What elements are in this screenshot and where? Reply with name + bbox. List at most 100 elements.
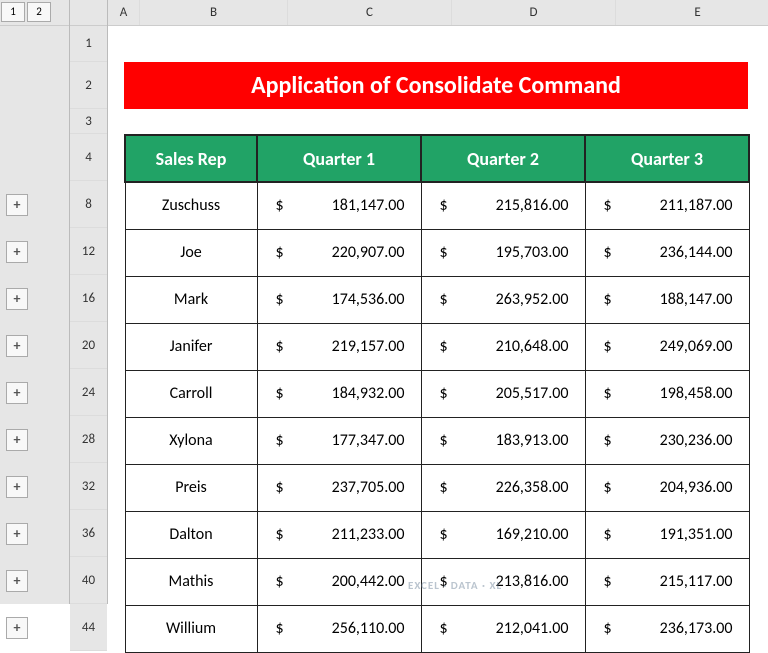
cell-q3[interactable]: $198,458.00 [585, 370, 749, 417]
col-header-a[interactable]: A [108, 0, 140, 25]
cell-sales-rep[interactable]: Joe [125, 229, 257, 276]
cell-sales-rep[interactable]: Carroll [125, 370, 257, 417]
table-row: Mark$174,536.00$263,952.00$188,147.00 [125, 276, 749, 323]
cell-sales-rep[interactable]: Willium [125, 605, 257, 652]
cell-sales-rep[interactable]: Xylona [125, 417, 257, 464]
header-quarter-1[interactable]: Quarter 1 [257, 135, 421, 182]
cell-q2[interactable]: $169,210.00 [421, 511, 585, 558]
row-header-24[interactable]: 24 [70, 369, 107, 416]
row-header-44[interactable]: 44 [70, 604, 107, 651]
cell-sales-rep[interactable]: Mark [125, 276, 257, 323]
dollar-sign-icon: $ [434, 290, 448, 309]
cell-q1[interactable]: $220,907.00 [257, 229, 421, 276]
expand-row-button[interactable]: + [6, 382, 28, 404]
row-header-20[interactable]: 20 [70, 322, 107, 369]
amount-value: 183,913.00 [496, 431, 573, 450]
cell-q2[interactable]: $226,358.00 [421, 464, 585, 511]
amount-value: 184,932.00 [332, 384, 409, 403]
outline-gutter: 1 2 ++++++++++ [0, 0, 70, 604]
cell-sales-rep[interactable]: Janifer [125, 323, 257, 370]
row-header-36[interactable]: 36 [70, 510, 107, 557]
outline-level-1[interactable]: 1 [1, 2, 25, 22]
amount-value: 236,144.00 [660, 243, 737, 262]
header-quarter-3[interactable]: Quarter 3 [585, 135, 749, 182]
expand-row-button[interactable]: + [6, 288, 28, 310]
cell-q2[interactable]: $205,517.00 [421, 370, 585, 417]
amount-value: 177,347.00 [332, 431, 409, 450]
cell-q1[interactable]: $184,932.00 [257, 370, 421, 417]
cell-q3[interactable]: $191,351.00 [585, 511, 749, 558]
cell-q3[interactable]: $215,117.00 [585, 558, 749, 605]
cell-q3[interactable]: $230,236.00 [585, 417, 749, 464]
cell-sales-rep[interactable]: Zuschuss [125, 182, 257, 229]
amount-value: 211,233.00 [332, 525, 409, 544]
expand-row-button[interactable]: + [6, 617, 28, 639]
row-header-1[interactable]: 1 [70, 26, 107, 62]
dollar-sign-icon: $ [270, 572, 284, 591]
cell-q1[interactable]: $219,157.00 [257, 323, 421, 370]
col-header-e[interactable]: E [616, 0, 768, 25]
cell-sales-rep[interactable]: Dalton [125, 511, 257, 558]
row-header-32[interactable]: 32 [70, 463, 107, 510]
col-header-b[interactable]: B [140, 0, 288, 25]
amount-value: 188,147.00 [660, 290, 737, 309]
cell-q2[interactable]: $210,648.00 [421, 323, 585, 370]
header-quarter-2[interactable]: Quarter 2 [421, 135, 585, 182]
row-header-40[interactable]: 40 [70, 557, 107, 604]
expand-row-button[interactable]: + [6, 335, 28, 357]
col-header-c[interactable]: C [288, 0, 452, 25]
expand-row-button[interactable]: + [6, 194, 28, 216]
amount-value: 198,458.00 [660, 384, 737, 403]
cell-q3[interactable]: $236,173.00 [585, 605, 749, 652]
row-header-4[interactable]: 4 [70, 134, 107, 181]
expand-row-button[interactable]: + [6, 570, 28, 592]
row-header-8[interactable]: 8 [70, 181, 107, 228]
dollar-sign-icon: $ [270, 384, 284, 403]
row-header-2[interactable]: 2 [70, 62, 107, 109]
cell-q1[interactable]: $256,110.00 [257, 605, 421, 652]
cell-q3[interactable]: $188,147.00 [585, 276, 749, 323]
cell-q1[interactable]: $200,442.00 [257, 558, 421, 605]
cell-q2[interactable]: $183,913.00 [421, 417, 585, 464]
cell-q3[interactable]: $236,144.00 [585, 229, 749, 276]
cell-q3[interactable]: $204,936.00 [585, 464, 749, 511]
cell-q2[interactable]: $215,816.00 [421, 182, 585, 229]
cell-q1[interactable]: $211,233.00 [257, 511, 421, 558]
corner-cell[interactable] [70, 0, 107, 26]
dollar-sign-icon: $ [270, 243, 284, 262]
cell-q1[interactable]: $181,147.00 [257, 182, 421, 229]
amount-value: 230,236.00 [660, 431, 737, 450]
cell-q1[interactable]: $177,347.00 [257, 417, 421, 464]
header-sales-rep[interactable]: Sales Rep [125, 135, 257, 182]
dollar-sign-icon: $ [270, 478, 284, 497]
cell-q2[interactable]: $195,703.00 [421, 229, 585, 276]
dollar-sign-icon: $ [270, 290, 284, 309]
amount-value: 213,816.00 [496, 572, 573, 591]
col-header-d[interactable]: D [452, 0, 616, 25]
row-header-12[interactable]: 12 [70, 228, 107, 275]
row-header-28[interactable]: 28 [70, 416, 107, 463]
outline-level-2[interactable]: 2 [27, 2, 51, 22]
expand-row-button[interactable]: + [6, 241, 28, 263]
cell-sales-rep[interactable]: Mathis [125, 558, 257, 605]
cell-q1[interactable]: $174,536.00 [257, 276, 421, 323]
expand-row-button[interactable]: + [6, 523, 28, 545]
cell-q3[interactable]: $249,069.00 [585, 323, 749, 370]
dollar-sign-icon: $ [598, 196, 612, 215]
amount-value: 215,117.00 [660, 572, 737, 591]
dollar-sign-icon: $ [434, 619, 448, 638]
dollar-sign-icon: $ [270, 525, 284, 544]
dollar-sign-icon: $ [598, 243, 612, 262]
column-header-row: ABCDE [108, 0, 768, 26]
row-header-16[interactable]: 16 [70, 275, 107, 322]
dollar-sign-icon: $ [434, 525, 448, 544]
expand-row-button[interactable]: + [6, 476, 28, 498]
cell-q3[interactable]: $211,187.00 [585, 182, 749, 229]
cell-q1[interactable]: $237,705.00 [257, 464, 421, 511]
amount-value: 226,358.00 [496, 478, 573, 497]
cell-q2[interactable]: $212,041.00 [421, 605, 585, 652]
cell-q2[interactable]: $263,952.00 [421, 276, 585, 323]
row-header-3[interactable]: 3 [70, 109, 107, 134]
expand-row-button[interactable]: + [6, 429, 28, 451]
cell-sales-rep[interactable]: Preis [125, 464, 257, 511]
